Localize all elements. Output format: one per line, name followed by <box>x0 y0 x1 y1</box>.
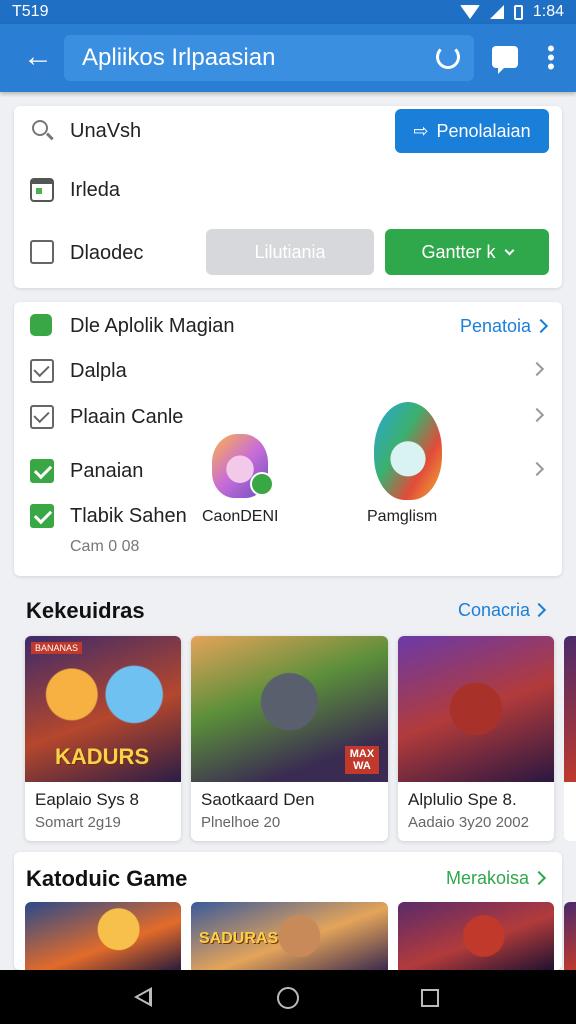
badge-icon <box>250 472 274 496</box>
apps-card <box>14 302 562 576</box>
puzzle-icon <box>30 314 52 336</box>
app-item-checkbox[interactable] <box>30 504 54 528</box>
status-bar: T519 1:84 <box>0 0 576 24</box>
category-section-title: Katoduic Game <box>26 866 188 891</box>
game-card[interactable]: Alplulio Spe 8. Aadaio 3y20 2002 <box>398 636 554 841</box>
category-card-peek[interactable] <box>564 902 576 970</box>
disabled-button-label: Lilutiania <box>254 241 326 262</box>
game-title: Eaplaio Sys 8 <box>35 790 139 809</box>
game-card[interactable]: MAX WA Saotkaard Den Plnelhoe 20 <box>191 636 388 841</box>
status-time-left: T519 <box>12 3 49 20</box>
game-thumbnail <box>564 636 576 782</box>
app-item-checkbox[interactable] <box>30 405 54 429</box>
app-item-checkbox[interactable] <box>30 359 54 383</box>
page-title: Apliikos Irlpaasian <box>82 44 276 71</box>
nav-recents-icon[interactable] <box>421 989 439 1007</box>
wifi-icon <box>459 5 480 19</box>
avatar-name: CaonDENI <box>202 508 279 525</box>
green-dropdown-button[interactable]: Gantter k <box>385 229 549 275</box>
games-section-title: Kekeuidras <box>26 598 145 623</box>
nav-back-icon[interactable] <box>134 987 152 1007</box>
app-item-label[interactable]: Panaian <box>70 460 143 483</box>
forward-icon: ⇨ <box>413 120 429 141</box>
avatar[interactable] <box>374 402 442 500</box>
disabled-button[interactable]: Lilutiania <box>206 229 374 275</box>
more-vert-icon[interactable]: • • • <box>544 38 558 78</box>
search-input[interactable]: UnaVsh <box>70 120 141 143</box>
game-subtitle: Somart 2g19 <box>35 814 121 831</box>
game-subtitle: Aadaio 3y20 2002 <box>408 814 529 831</box>
game-tag: BANANAS <box>31 642 83 654</box>
app-item-checkbox[interactable] <box>30 459 54 483</box>
date-label[interactable]: Irleda <box>70 179 120 202</box>
chevron-down-icon <box>504 245 514 255</box>
search-button[interactable]: ⇨ Penolalaian <box>395 109 549 153</box>
search-button-label: Penolalaian <box>436 120 531 141</box>
games-section-link[interactable]: Conacria <box>458 600 530 621</box>
app-item-label[interactable]: Plaain Canle <box>70 406 183 429</box>
category-section-link[interactable]: Merakoisa <box>446 868 529 889</box>
apps-card-link[interactable]: Penatoia <box>460 316 531 337</box>
apps-card-title: Dle Aplolik Magian <box>70 315 235 337</box>
signal-icon <box>489 5 504 19</box>
calendar-icon <box>30 178 54 202</box>
game-thumbnail <box>398 636 554 782</box>
game-thumbnail: BANANAS KADURS <box>25 636 181 782</box>
back-arrow-icon[interactable]: ← <box>20 40 56 76</box>
category-card[interactable]: SADURAS <box>191 902 388 970</box>
app-bar: ← Apliikos Irlpaasian • • • <box>0 24 576 92</box>
title-search-box[interactable]: Apliikos Irlpaasian <box>64 35 474 81</box>
category-logo-text: SADURAS <box>199 930 279 947</box>
game-logo-text: MAX WA <box>345 746 379 774</box>
category-card[interactable] <box>398 902 554 970</box>
refresh-icon[interactable] <box>436 45 460 69</box>
game-logo-text: KADURS <box>55 744 150 769</box>
search-icon <box>32 120 48 136</box>
game-subtitle: Plnelhoe 20 <box>201 814 281 831</box>
game-title: Saotkaard Den <box>201 790 315 809</box>
filter-checkbox-label: Dlaodec <box>70 242 144 264</box>
battery-icon <box>513 4 523 20</box>
chat-icon[interactable] <box>492 46 518 74</box>
apps-card-footnote: Cam 0 08 <box>70 538 140 555</box>
nav-home-icon[interactable] <box>277 987 299 1009</box>
status-time-right: 1:84 <box>532 3 564 20</box>
game-card-peek[interactable] <box>564 636 576 841</box>
avatar-name: Pamglism <box>367 508 438 525</box>
game-title: Alplulio Spe 8. <box>408 790 517 809</box>
filter-checkbox[interactable] <box>30 240 54 264</box>
category-card[interactable] <box>25 902 181 970</box>
app-item-label[interactable]: Tlabik Sahen <box>70 505 187 528</box>
green-button-label: Gantter k <box>421 241 496 262</box>
game-card[interactable]: BANANAS KADURS Eaplaio Sys 8 Somart 2g19 <box>25 636 181 841</box>
app-item-label[interactable]: Dalpla <box>70 360 127 383</box>
game-thumbnail: MAX WA <box>191 636 388 782</box>
